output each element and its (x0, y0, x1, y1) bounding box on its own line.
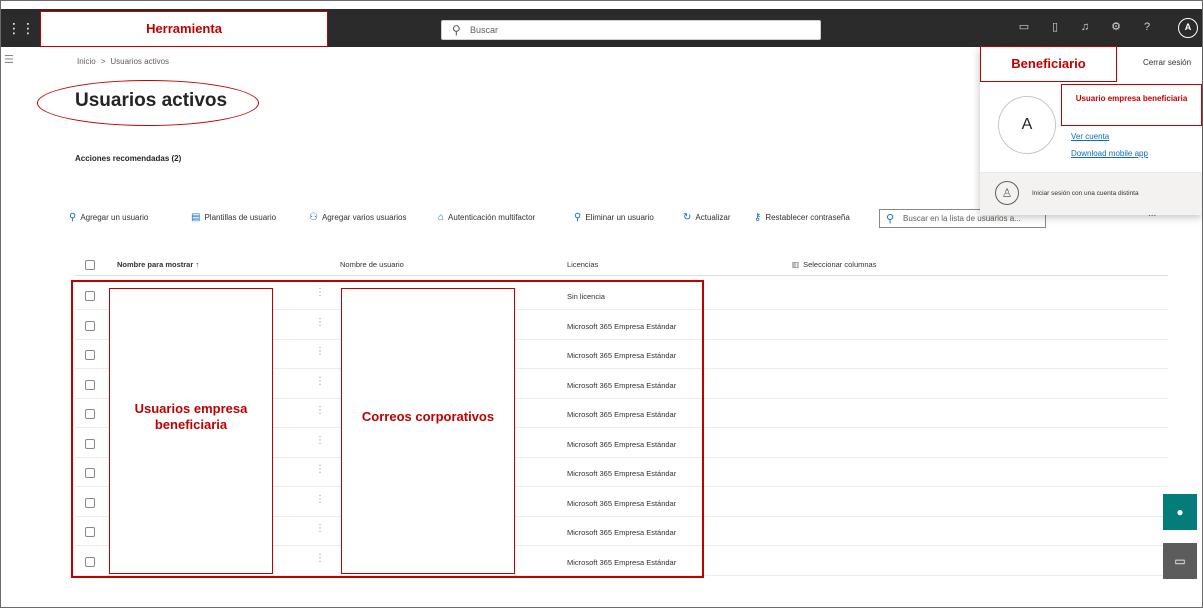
column-licenses[interactable]: Licencias (567, 260, 598, 269)
alt-signin-label: Iniciar sesión con una cuenta distinta (1032, 190, 1139, 197)
delete-user-button[interactable]: ⚲ Eliminar un usuario (574, 210, 654, 226)
mfa-button[interactable]: ⌂ Autenticación multifactor (438, 210, 535, 226)
annotation-title-ellipse (37, 80, 259, 126)
key-icon: ⚷ (754, 212, 762, 223)
document-icon[interactable]: ▯ (1047, 19, 1063, 35)
breadcrumb-home[interactable]: Inicio (77, 57, 96, 66)
breadcrumb: Inicio > Usuarios activos (77, 57, 169, 66)
annotation-emails-box (341, 288, 515, 574)
download-app-link[interactable]: Download mobile app (1071, 149, 1148, 158)
screen-icon[interactable]: ▭ (1016, 19, 1032, 35)
table-header: Nombre para mostrar ↑ Nombre de usuario … (75, 254, 1168, 276)
bell-icon[interactable]: ♫ (1077, 19, 1093, 35)
select-all-checkbox[interactable] (85, 260, 95, 270)
feedback-button[interactable]: ▭ (1163, 543, 1197, 579)
column-display-name[interactable]: Nombre para mostrar ↑ (117, 260, 199, 269)
choose-columns-label: Seleccionar columnas (803, 260, 877, 269)
add-multiple-users-button[interactable]: ⚇ Agregar varios usuarios (309, 210, 406, 226)
choose-columns-button[interactable]: ▥ Seleccionar columnas (792, 260, 876, 269)
help-chat-button[interactable]: ● (1163, 494, 1197, 530)
columns-icon: ▥ (792, 260, 800, 269)
help-icon[interactable]: ? (1139, 19, 1155, 35)
global-search-box[interactable]: ⚲ Buscar (441, 20, 821, 40)
search-icon: ⚲ (452, 23, 461, 37)
annotation-usuarios-empresa: Usuarios empresa beneficiaria (134, 401, 248, 433)
breadcrumb-separator: > (100, 57, 106, 66)
gear-icon[interactable]: ⚙ (1108, 19, 1124, 35)
template-icon: ▤ (191, 212, 201, 223)
refresh-button[interactable]: ↻ Actualizar (683, 210, 731, 226)
person-add-icon: ⚲ (69, 212, 77, 223)
hamburger-menu-icon[interactable]: ☰ (4, 53, 16, 66)
delete-user-label: Eliminar un usuario (585, 213, 654, 222)
refresh-icon: ↻ (683, 212, 692, 223)
person-remove-icon: ⚲ (574, 212, 582, 223)
global-search-placeholder: Buscar (470, 25, 499, 35)
reset-password-label: Restablecer contraseña (765, 213, 850, 222)
annotation-usuario-empresa: Usuario empresa beneficiaria (1061, 84, 1202, 126)
search-icon: ⚲ (886, 213, 895, 225)
view-account-link[interactable]: Ver cuenta (1071, 132, 1109, 141)
mfa-label: Autenticación multifactor (448, 213, 536, 222)
person-icon: ♙ (995, 181, 1019, 205)
chat-bubble-icon: ● (1176, 505, 1184, 519)
lock-icon: ⌂ (438, 212, 445, 223)
app-launcher-icon[interactable]: ⋮⋮⋮ (7, 20, 49, 36)
account-avatar[interactable]: A (1178, 18, 1198, 38)
add-user-button[interactable]: ⚲ Agregar un usuario (69, 210, 148, 226)
feedback-icon: ▭ (1174, 554, 1186, 568)
add-multiple-users-label: Agregar varios usuarios (321, 213, 407, 222)
user-templates-label: Plantillas de usuario (204, 213, 277, 222)
user-list-search-placeholder: Buscar en la lista de usuarios a... (903, 214, 1021, 223)
breadcrumb-current: Usuarios activos (110, 57, 170, 66)
refresh-label: Actualizar (695, 213, 731, 222)
annotation-correos: Correos corporativos (361, 409, 495, 424)
account-large-avatar: A (998, 96, 1056, 154)
recommended-actions[interactable]: Acciones recomendadas (2) (75, 154, 181, 163)
annotation-beneficiario: Beneficiario (980, 46, 1117, 82)
sign-out-link[interactable]: Cerrar sesión (1143, 58, 1191, 67)
people-add-icon: ⚇ (309, 212, 318, 223)
annotation-herramienta: Herramienta (40, 11, 328, 47)
column-username[interactable]: Nombre de usuario (340, 260, 404, 269)
add-user-label: Agregar un usuario (80, 213, 149, 222)
user-templates-button[interactable]: ▤ Plantillas de usuario (191, 210, 276, 226)
reset-password-button[interactable]: ⚷ Restablecer contraseña (754, 210, 850, 226)
